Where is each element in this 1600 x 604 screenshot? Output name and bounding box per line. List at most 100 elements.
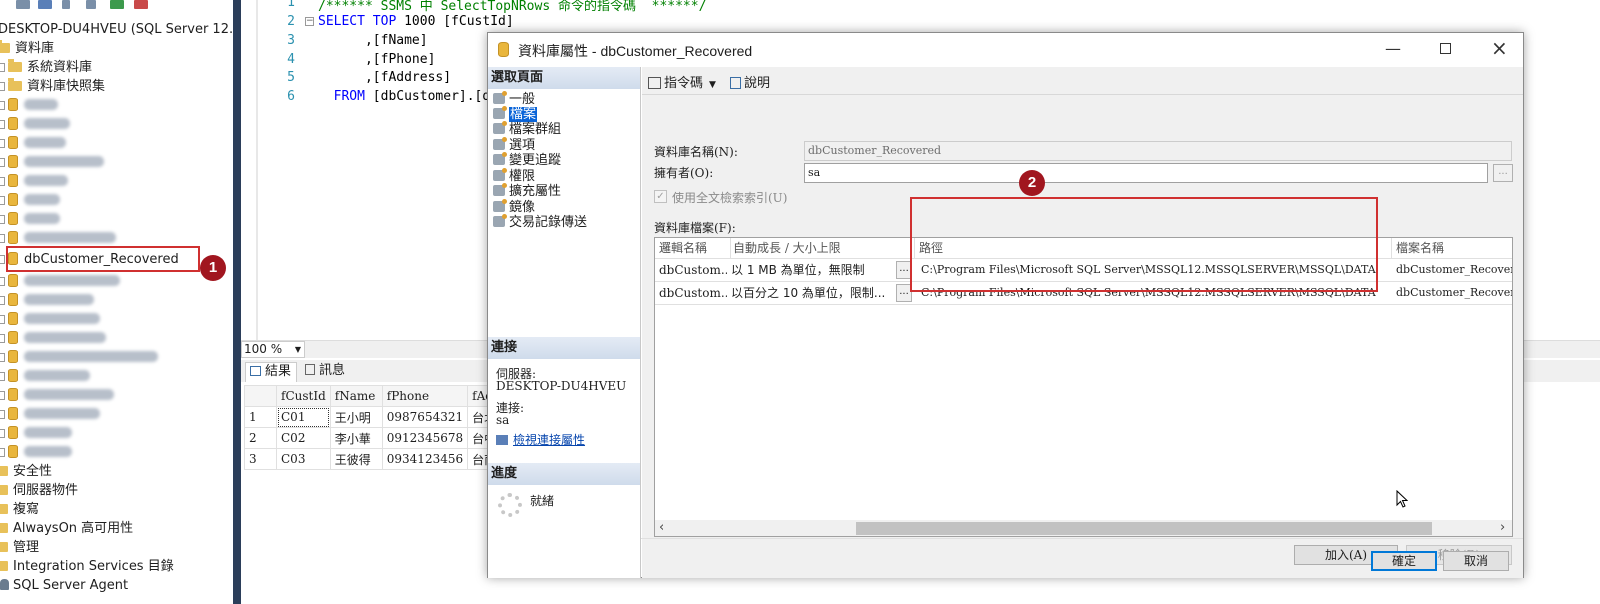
expand-icon[interactable] bbox=[0, 296, 5, 305]
db-node-blurred[interactable] bbox=[0, 386, 114, 405]
owner-browse-button[interactable]: ... bbox=[1493, 164, 1513, 182]
grid-cell[interactable]: 李小華 bbox=[329, 427, 383, 449]
file-name[interactable]: dbCustomer_Recovered bbox=[1392, 259, 1512, 281]
db-node-blurred[interactable] bbox=[0, 291, 94, 310]
file-name[interactable]: dbCustomer_Recovered bbox=[1392, 282, 1512, 304]
scroll-left-icon[interactable]: ‹ bbox=[659, 520, 664, 535]
zoom-select[interactable]: 100 % ▼ bbox=[241, 341, 305, 358]
page-item-permissions[interactable]: 權限 bbox=[493, 168, 535, 185]
file-growth[interactable]: 以百分之 10 為單位，限制... bbox=[727, 282, 895, 304]
expand-icon[interactable] bbox=[0, 334, 5, 343]
grid-cell[interactable]: C03 bbox=[276, 448, 331, 470]
grid-cell[interactable]: 0987654321 bbox=[381, 406, 469, 428]
expand-icon[interactable] bbox=[0, 315, 5, 324]
filter-icon[interactable] bbox=[86, 0, 96, 9]
expand-icon[interactable] bbox=[0, 215, 5, 224]
connect-icon[interactable] bbox=[16, 0, 30, 9]
file-logical-name[interactable]: dbCustom... bbox=[655, 259, 727, 281]
db-node-blurred[interactable] bbox=[0, 96, 58, 115]
page-item-options[interactable]: 選項 bbox=[493, 137, 535, 154]
db-node-blurred[interactable] bbox=[0, 329, 106, 348]
scroll-right-icon[interactable]: › bbox=[1500, 520, 1505, 535]
script-button[interactable]: 指令碼 ▼ bbox=[648, 72, 716, 91]
db-node-blurred[interactable] bbox=[0, 153, 104, 172]
db-node-blurred[interactable] bbox=[0, 310, 100, 329]
horizontal-scrollbar[interactable]: ‹ › bbox=[655, 520, 1512, 536]
disconnect-icon[interactable] bbox=[38, 0, 52, 9]
integration-node[interactable]: Integration Services 目錄 bbox=[0, 557, 174, 576]
collapse-icon[interactable]: − bbox=[305, 17, 314, 26]
expand-icon[interactable] bbox=[0, 158, 5, 167]
db-node-blurred[interactable] bbox=[0, 210, 60, 229]
databases-node[interactable]: 資料庫 bbox=[0, 39, 54, 58]
agent-node[interactable]: SQL Server Agent bbox=[0, 576, 128, 595]
dialog-titlebar[interactable]: 資料庫屬性 - dbCustomer_Recovered — × bbox=[488, 33, 1523, 66]
col-header-logical[interactable]: 邏輯名稱 bbox=[655, 238, 731, 258]
expand-icon[interactable] bbox=[0, 391, 5, 400]
page-item-log-shipping[interactable]: 交易記錄傳送 bbox=[493, 214, 587, 231]
grid-cell[interactable]: C01 bbox=[276, 406, 331, 428]
expand-icon[interactable] bbox=[0, 177, 5, 186]
db-node-blurred[interactable] bbox=[0, 272, 120, 291]
cancel-button[interactable]: 取消 bbox=[1443, 551, 1509, 571]
expand-icon[interactable] bbox=[0, 120, 5, 129]
col-header-growth[interactable]: 自動成長 / 大小上限 bbox=[731, 238, 915, 258]
tab-results[interactable]: 結果 bbox=[245, 362, 297, 382]
security-node[interactable]: 安全性 bbox=[0, 462, 52, 481]
server-node[interactable]: DESKTOP-DU4HVEU (SQL Server 12.0. bbox=[0, 20, 233, 39]
stop-icon[interactable] bbox=[62, 0, 70, 9]
management-node[interactable]: 管理 bbox=[0, 538, 39, 557]
grid-header[interactable]: fCustId bbox=[276, 385, 331, 407]
refresh-icon[interactable] bbox=[110, 0, 124, 9]
grid-header[interactable]: fPhone bbox=[381, 385, 469, 407]
expand-icon[interactable] bbox=[0, 277, 5, 286]
db-node-blurred[interactable] bbox=[0, 172, 68, 191]
tab-messages[interactable]: 訊息 bbox=[301, 362, 353, 382]
grid-header[interactable]: fName bbox=[329, 385, 383, 407]
expand-icon[interactable] bbox=[0, 196, 5, 205]
table-row[interactable]: 2 C02 李小華 0912345678 台中 bbox=[244, 427, 506, 449]
db-node-blurred[interactable] bbox=[0, 367, 90, 386]
expand-icon[interactable] bbox=[0, 82, 5, 91]
page-item-filegroups[interactable]: 檔案群組 bbox=[493, 121, 561, 138]
help-button[interactable]: 說明 bbox=[730, 72, 770, 91]
file-logical-name[interactable]: dbCustom... bbox=[655, 282, 727, 304]
page-item-extended-properties[interactable]: 擴充屬性 bbox=[493, 183, 561, 200]
view-connection-properties-link[interactable]: 檢視連接屬性 bbox=[496, 431, 585, 448]
replication-node[interactable]: 複寫 bbox=[0, 500, 39, 519]
expand-icon[interactable] bbox=[0, 255, 5, 264]
db-node-blurred[interactable] bbox=[0, 443, 72, 462]
owner-field[interactable]: sa bbox=[804, 163, 1488, 183]
db-node-blurred[interactable] bbox=[0, 424, 72, 443]
grid-cell[interactable]: C02 bbox=[276, 427, 331, 449]
page-item-change-tracking[interactable]: 變更追蹤 bbox=[493, 152, 561, 169]
ok-button[interactable]: 確定 bbox=[1371, 551, 1437, 571]
snapshots-node[interactable]: 資料庫快照集 bbox=[0, 77, 105, 96]
fulltext-checkbox[interactable]: ✓ bbox=[654, 190, 667, 203]
activity-monitor-icon[interactable] bbox=[134, 0, 148, 9]
expand-icon[interactable] bbox=[0, 448, 5, 457]
grid-cell[interactable]: 王小明 bbox=[329, 406, 383, 428]
page-item-files[interactable]: 檔案 bbox=[493, 106, 538, 123]
page-item-general[interactable]: 一般 bbox=[493, 91, 535, 108]
table-row[interactable]: 1 C01 王小明 0987654321 台北 bbox=[244, 406, 506, 428]
close-icon[interactable]: × bbox=[1491, 36, 1508, 60]
expand-icon[interactable] bbox=[0, 353, 5, 362]
expand-icon[interactable] bbox=[0, 139, 5, 148]
db-node-blurred[interactable] bbox=[0, 191, 60, 210]
grid-cell[interactable]: 0934123456 bbox=[381, 448, 469, 470]
expand-icon[interactable] bbox=[0, 63, 5, 72]
expand-icon[interactable] bbox=[0, 372, 5, 381]
alwayson-node[interactable]: AlwaysOn 高可用性 bbox=[0, 519, 133, 538]
grid-cell[interactable]: 王彼得 bbox=[329, 448, 383, 470]
system-db-node[interactable]: 系統資料庫 bbox=[0, 58, 92, 77]
panel-splitter[interactable] bbox=[233, 0, 241, 604]
server-objects-node[interactable]: 伺服器物件 bbox=[0, 481, 78, 500]
expand-icon[interactable] bbox=[0, 234, 5, 243]
results-grid[interactable]: fCustId fName fPhone fAdd 1 C01 王小明 0987… bbox=[244, 385, 506, 470]
grid-cell[interactable]: 0912345678 bbox=[381, 427, 469, 449]
db-node-blurred[interactable] bbox=[0, 115, 70, 134]
page-item-mirroring[interactable]: 鏡像 bbox=[493, 199, 535, 216]
col-header-filename[interactable]: 檔案名稱 bbox=[1392, 238, 1512, 258]
expand-icon[interactable] bbox=[0, 429, 5, 438]
